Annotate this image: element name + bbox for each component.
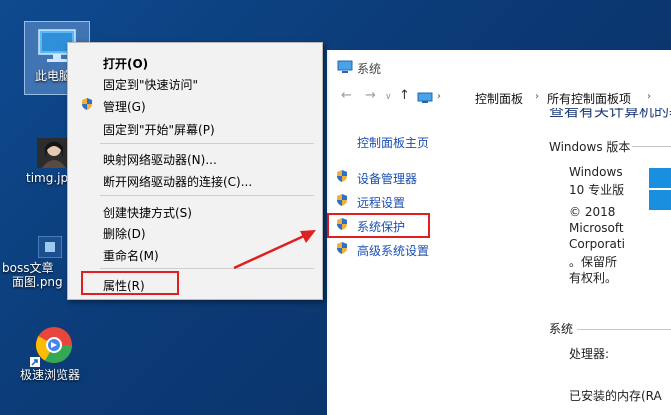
back-arrow-icon[interactable]: ← [341, 88, 352, 103]
shield-icon [337, 170, 347, 182]
menu-separator [100, 268, 314, 269]
window-titlebar: 系统 [327, 50, 671, 84]
divider [632, 146, 671, 147]
copyright-line-3: Corporati [569, 237, 625, 251]
menu-item-disconnect-drive[interactable]: 断开网络驱动器的连接(C)... [103, 173, 252, 190]
copyright-line-1: © 2018 [569, 205, 616, 219]
sidebar-home-link[interactable]: 控制面板主页 [357, 134, 429, 151]
menu-separator [100, 143, 314, 144]
menu-item-delete[interactable]: 删除(D) [103, 225, 146, 242]
menu-item-manage[interactable]: 管理(G) [103, 98, 146, 115]
desktop-icon-label: 极速浏览器 [20, 368, 81, 382]
sidebar-advanced-settings-link[interactable]: 高级系统设置 [357, 242, 429, 259]
photo-thumbnail-icon [37, 138, 71, 168]
highlight-box-system-protection [327, 213, 430, 238]
system-window: 系统 ← → ∨ ↑ › 控制面板 › 所有控制面板项 › 查看有关计算机的基本… [327, 50, 671, 415]
copyright-line-5: 有权利。 [569, 271, 618, 285]
desktop-icon-browser[interactable]: 极速浏览器 [20, 325, 86, 382]
windows-logo-gap [649, 188, 671, 190]
copyright-line-4: 。保留所 [569, 255, 618, 269]
breadcrumb-separator: › [647, 91, 651, 102]
menu-separator [100, 195, 314, 196]
system-window-icon [337, 60, 353, 73]
browser-logo-icon [35, 327, 72, 364]
processor-label: 处理器: [569, 347, 610, 361]
admin-shield-icon [82, 98, 92, 110]
forward-arrow-icon[interactable]: → [365, 88, 376, 103]
breadcrumb-all-items[interactable]: 所有控制面板项 [547, 90, 631, 107]
menu-item-pin-start[interactable]: 固定到"开始"屏幕(P) [103, 121, 215, 138]
address-bar: ← → ∨ ↑ › 控制面板 › 所有控制面板项 › [327, 84, 671, 110]
page-heading: 查看有关计算机的基本信息 [549, 108, 671, 118]
menu-item-open[interactable]: 打开(O) [103, 55, 148, 72]
shield-icon [337, 194, 347, 206]
image-file-icon [37, 235, 63, 259]
menu-item-pin-quick-access[interactable]: 固定到"快速访问" [103, 76, 198, 93]
windows-edition-header: Windows 版本 [549, 140, 631, 154]
copyright-line-2: Microsoft [569, 221, 624, 235]
sidebar-remote-settings-link[interactable]: 远程设置 [357, 194, 405, 211]
breadcrumb-control-panel[interactable]: 控制面板 [475, 90, 523, 107]
window-title: 系统 [357, 62, 382, 76]
menu-item-map-drive[interactable]: 映射网络驱动器(N)... [103, 151, 217, 168]
page-heading-fragment: 查看有关计算机的基本信息 [549, 108, 671, 118]
shield-icon [337, 242, 347, 254]
memory-label: 已安装的内存(RA [569, 389, 662, 403]
menu-item-rename[interactable]: 重命名(M) [103, 247, 159, 264]
system-section-header: 系统 [549, 322, 574, 336]
sidebar-device-manager-link[interactable]: 设备管理器 [357, 170, 417, 187]
menu-item-create-shortcut[interactable]: 创建快捷方式(S) [103, 204, 192, 221]
control-panel-location-icon [417, 92, 433, 103]
up-arrow-icon[interactable]: ↑ [399, 88, 410, 103]
divider [577, 329, 671, 330]
breadcrumb-separator: › [437, 91, 441, 102]
context-menu: 打开(O) 固定到"快速访问" 管理(G) 固定到"开始"屏幕(P) 映射网络驱… [67, 42, 323, 300]
breadcrumb-separator: › [535, 91, 539, 102]
edition-line-1: Windows [569, 165, 623, 179]
highlight-box-properties [81, 271, 179, 295]
recent-locations-chevron-icon[interactable]: ∨ [385, 92, 392, 102]
edition-line-2: 10 专业版 [569, 183, 625, 197]
shortcut-arrow-icon [30, 357, 40, 367]
